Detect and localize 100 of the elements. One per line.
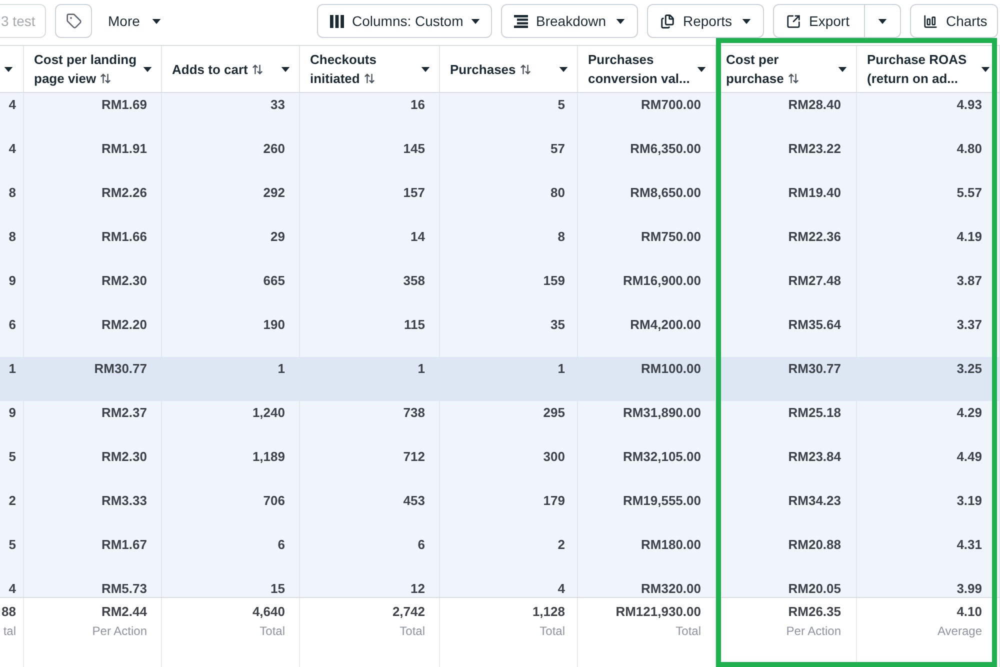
- toolbar-button[interactable]: Columns: Custom: [317, 4, 492, 38]
- table-cell: 3.87: [956, 273, 982, 289]
- more-button[interactable]: More: [99, 4, 170, 38]
- table-cell: RM700.00: [641, 97, 701, 113]
- table-cell: 1,240: [252, 405, 285, 421]
- table-cell: RM100.00: [641, 361, 701, 377]
- table-cell: 4.31: [956, 537, 982, 553]
- table-cell: 300: [543, 449, 565, 465]
- column-title[interactable]: Checkouts initiated: [310, 50, 415, 88]
- table-cell: 6: [8, 317, 16, 333]
- table-cell: 4: [8, 141, 16, 157]
- table-cell: 4.80: [956, 141, 982, 157]
- table-cell: RM320.00: [641, 581, 701, 597]
- columns-icon: [330, 14, 344, 28]
- total-label: Total: [400, 624, 425, 638]
- table-cell: RM20.88: [788, 537, 841, 553]
- table-cell: RM2.37: [101, 405, 147, 421]
- table-cell: RM2.20: [101, 317, 147, 333]
- table-cell: 3.37: [956, 317, 982, 333]
- total-value: 1,128: [532, 604, 565, 620]
- total-label: Average: [938, 624, 982, 638]
- table-cell: 16: [410, 97, 425, 113]
- total-label: tal: [3, 624, 16, 638]
- table-cell: RM19,555.00: [622, 493, 701, 509]
- table-cell: 1: [558, 361, 565, 377]
- table-cell: 738: [403, 405, 425, 421]
- table-cell: 3.25: [956, 361, 982, 377]
- toolbar-button[interactable]: Breakdown: [501, 4, 638, 38]
- table-cell: RM23.22: [788, 141, 841, 157]
- table-cell: RM3.33: [101, 493, 147, 509]
- table-cell: 5: [558, 97, 565, 113]
- table-cell: 665: [263, 273, 285, 289]
- column-title[interactable]: Cost per purchase: [726, 50, 832, 88]
- table-cell: 5: [8, 537, 16, 553]
- table-cell: 8: [8, 229, 16, 245]
- table-cell: 157: [403, 185, 425, 201]
- total-label: Per Action: [786, 624, 841, 638]
- table-cell: 5: [8, 449, 16, 465]
- table-cell: RM25.18: [788, 405, 841, 421]
- caret-icon: [471, 18, 480, 24]
- table-cell: 4: [8, 581, 16, 597]
- tag-button[interactable]: [55, 4, 92, 38]
- tag-icon: [66, 13, 82, 29]
- toolbar-button[interactable]: Charts: [910, 4, 998, 38]
- total-value: 4.10: [956, 604, 982, 620]
- table-cell: 712: [403, 449, 425, 465]
- total-value: RM121,930.00: [616, 604, 701, 620]
- table-cell: RM1.66: [101, 229, 147, 245]
- total-value: 2,742: [392, 604, 425, 620]
- caret-icon: [616, 18, 625, 24]
- table-cell: RM31,890.00: [622, 405, 701, 421]
- table-cell: 8: [8, 185, 16, 201]
- table-cell: 8: [558, 229, 565, 245]
- total-label: Per Action: [92, 624, 147, 638]
- export-icon: [786, 14, 801, 28]
- toolbar-button[interactable]: Export: [773, 4, 865, 38]
- column-title[interactable]: Purchase ROAS (return on ad...: [867, 50, 975, 88]
- table-cell: RM4,200.00: [630, 317, 701, 333]
- table-cell: RM35.64: [788, 317, 841, 333]
- table-cell: 1: [418, 361, 425, 377]
- table-cell: 12: [410, 581, 425, 597]
- table-cell: 190: [263, 317, 285, 333]
- table-cell: 2: [558, 537, 565, 553]
- table-cell: RM5.73: [101, 581, 147, 597]
- table-cell: RM23.84: [788, 449, 841, 465]
- toolbar-button[interactable]: Reports: [647, 4, 764, 38]
- table-cell: 9: [8, 405, 16, 421]
- table-cell: 3.99: [956, 581, 982, 597]
- column-title[interactable]: Adds to cart: [172, 60, 275, 78]
- table-cell: RM20.05: [788, 581, 841, 597]
- table-cell: 6: [418, 537, 425, 553]
- column-title[interactable]: Purchases: [450, 60, 553, 78]
- table-cell: RM1.91: [101, 141, 147, 157]
- caret-icon: [152, 18, 161, 24]
- table-cell: 35: [550, 317, 565, 333]
- table-cell: RM750.00: [641, 229, 701, 245]
- table-cell: 358: [403, 273, 425, 289]
- total-label: Total: [260, 624, 285, 638]
- table-cell: 33: [270, 97, 285, 113]
- table-cell: 3.19: [956, 493, 982, 509]
- chart-icon: [923, 14, 938, 28]
- column-title[interactable]: Purchases conversion val...: [588, 50, 691, 88]
- list-icon: [514, 14, 528, 28]
- table-cell: 14: [410, 229, 425, 245]
- table-cell: 159: [543, 273, 565, 289]
- table-cell: RM16,900.00: [622, 273, 701, 289]
- table-cell: RM19.40: [788, 185, 841, 201]
- table-cell: RM8,650.00: [630, 185, 701, 201]
- total-label: Total: [676, 624, 701, 638]
- table-cell: 4.93: [956, 97, 982, 113]
- table-cell: 6: [278, 537, 285, 553]
- table-cell: 5.57: [956, 185, 982, 201]
- table-cell: 80: [550, 185, 565, 201]
- table-cell: 4: [558, 581, 565, 597]
- column-title[interactable]: Cost per landing page view: [34, 50, 137, 88]
- documents-icon: [660, 14, 675, 28]
- table-cell: 260: [263, 141, 285, 157]
- table-cell: 179: [543, 493, 565, 509]
- table-cell: RM2.30: [101, 273, 147, 289]
- table-row[interactable]: 1 RM30.77 1 1 1 RM100.00 RM30.77 3.25: [0, 357, 1000, 401]
